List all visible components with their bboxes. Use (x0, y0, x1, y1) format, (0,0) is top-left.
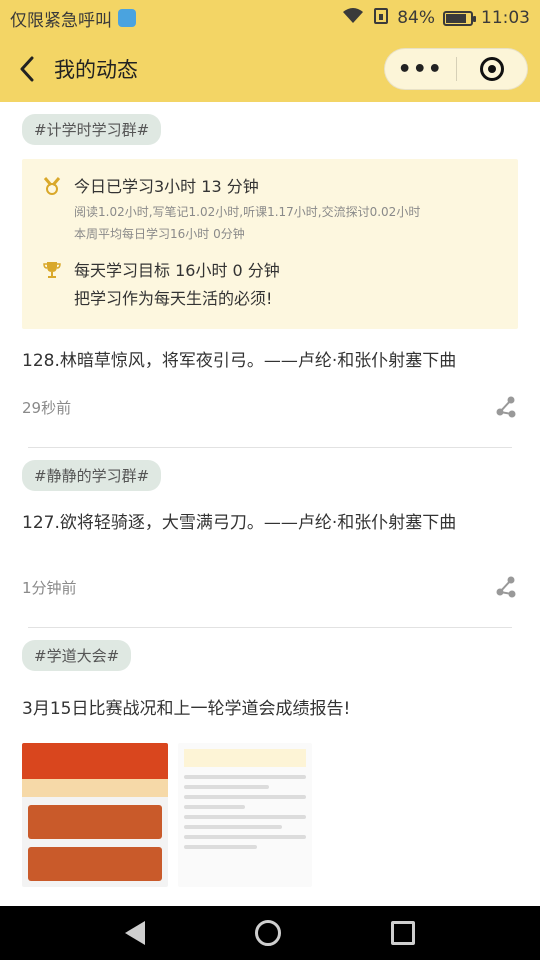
post-text: 127.欲将轻骑逐，大雪满弓刀。——卢纶·和张仆射塞下曲 (22, 513, 457, 533)
share-icon[interactable] (494, 395, 518, 419)
share-icon[interactable] (494, 575, 518, 599)
close-miniprogram-button[interactable] (457, 57, 528, 81)
nav-home-icon[interactable] (255, 920, 281, 946)
study-stats-card: 今日已学习3小时 13 分钟 阅读1.02小时,写笔记1.02小时,听课1.17… (22, 159, 518, 329)
wifi-icon (341, 7, 365, 30)
feed-post: #计学时学习群# 今日已学习3小时 13 分钟 阅读1.02小时,写笔记1.02… (0, 102, 540, 448)
motto: 把学习作为每天生活的必须! (74, 289, 273, 308)
study-breakdown: 阅读1.02小时,写笔记1.02小时,听课1.17小时,交流探讨0.02小时 (74, 205, 421, 219)
battery-percent: 84% (397, 8, 435, 28)
system-nav-bar (0, 906, 540, 960)
daily-goal: 每天学习目标 16小时 0 分钟 (74, 261, 280, 280)
group-tag[interactable]: #学道大会# (22, 640, 132, 671)
clock: 11:03 (481, 8, 530, 28)
app-notification-icon (118, 9, 136, 27)
feed-post: #静静的学习群# 127.欲将轻骑逐，大雪满弓刀。——卢纶·和张仆射塞下曲 1分… (0, 448, 540, 628)
post-images (22, 743, 518, 887)
battery-icon (443, 10, 476, 26)
more-dots-icon: ••• (397, 56, 443, 82)
chevron-left-icon (20, 56, 34, 82)
trophy-icon (42, 260, 62, 280)
post-meta: 29秒前 (22, 395, 518, 419)
post-image-thumbnail[interactable] (178, 743, 312, 887)
back-button[interactable] (0, 36, 54, 102)
feed-post: #学道大会# 3月15日比赛战况和上一轮学道会成绩报告! (0, 628, 540, 887)
weekly-average: 本周平均每日学习16小时 0分钟 (74, 227, 245, 241)
page-title: 我的动态 (54, 58, 138, 82)
status-bar: 仅限紧急呼叫 84% 11:03 (0, 0, 540, 36)
group-tag[interactable]: #静静的学习群# (22, 460, 162, 491)
carrier-area: 仅限紧急呼叫 (10, 6, 136, 31)
more-button[interactable]: ••• (385, 57, 456, 82)
battery-fill (446, 13, 466, 23)
nav-recents-icon[interactable] (391, 921, 415, 945)
today-study-time: 今日已学习3小时 13 分钟 (74, 177, 259, 196)
sim-icon (373, 7, 389, 30)
target-icon (479, 57, 504, 81)
today-stats-row: 今日已学习3小时 13 分钟 阅读1.02小时,写笔记1.02小时,听课1.17… (42, 173, 498, 245)
post-text: 3月15日比赛战况和上一轮学道会成绩报告! (22, 699, 351, 719)
post-time: 29秒前 (22, 398, 72, 417)
nav-back-icon[interactable] (125, 921, 145, 945)
feed[interactable]: #计学时学习群# 今日已学习3小时 13 分钟 阅读1.02小时,写笔记1.02… (0, 102, 540, 906)
medal-icon (42, 176, 62, 196)
post-time: 1分钟前 (22, 578, 77, 597)
group-tag[interactable]: #计学时学习群# (22, 114, 162, 145)
page-header: 我的动态 ••• (0, 36, 540, 102)
goal-row: 每天学习目标 16小时 0 分钟 把学习作为每天生活的必须! (42, 257, 498, 313)
post-text: 128.林暗草惊风，将军夜引弓。——卢纶·和张仆射塞下曲 (22, 351, 457, 371)
post-image-thumbnail[interactable] (22, 743, 168, 887)
post-meta: 1分钟前 (22, 575, 518, 599)
miniprogram-capsule: ••• (384, 48, 528, 90)
carrier-text: 仅限紧急呼叫 (10, 10, 112, 31)
status-right: 84% 11:03 (341, 7, 530, 30)
